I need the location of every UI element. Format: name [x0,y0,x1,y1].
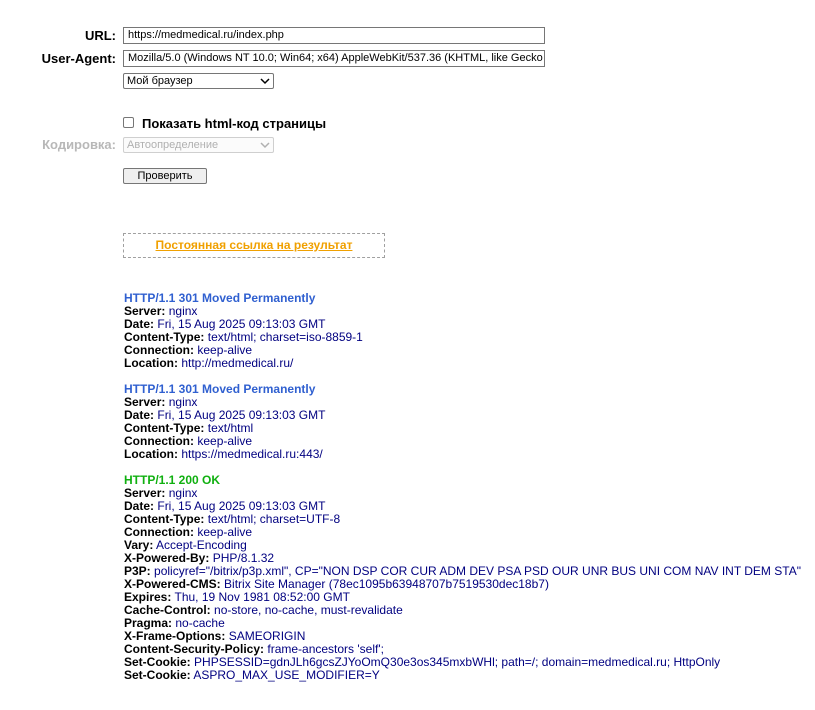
header-name: Date: [124,499,155,513]
header-value: PHPSESSID=gdnJLh6gcsZJYoOmQ30e3os345mxbW… [194,655,721,669]
show-html-label: Показать html-код страницы [142,116,327,131]
check-button[interactable]: Проверить [123,168,207,184]
header-value: Thu, 19 Nov 1981 08:52:00 GMT [174,590,350,604]
response-block: HTTP/1.1 301 Moved Permanently Server: ng… [124,292,801,370]
header-name: Date: [124,408,155,422]
header-line: Cache-Control: no-store, no-cache, must-… [124,604,801,617]
header-line: Location: https://medmedical.ru:443/ [124,448,801,461]
header-value: Fri, 15 Aug 2025 09:13:03 GMT [157,408,326,422]
encoding-label: Кодировка: [42,137,116,152]
header-line: Location: http://medmedical.ru/ [124,357,801,370]
header-value: SAMEORIGIN [228,629,306,643]
header-value: http://medmedical.ru/ [181,356,294,370]
header-name: X-Powered-CMS: [124,577,221,591]
response-list: HTTP/1.1 301 Moved Permanently Server: ng… [124,292,801,695]
header-name: Server: [124,304,166,318]
header-name: P3P: [124,564,151,578]
permalink-box: Постоянная ссылка на результат [123,233,385,258]
header-name: Pragma: [124,616,173,630]
header-name: Server: [124,486,166,500]
header-value: text/html; charset=UTF-8 [207,512,341,526]
response-status: HTTP/1.1 200 OK [124,473,221,487]
encoding-select-value: Автоопределение [127,139,219,151]
header-value: Fri, 15 Aug 2025 09:13:03 GMT [157,317,326,331]
header-name: Content-Type: [124,512,205,526]
header-name: Connection: [124,525,194,539]
header-line: Set-Cookie: ASPRO_MAX_USE_MODIFIER=Y [124,669,801,682]
header-value: nginx [168,395,198,409]
permalink-link[interactable]: Постоянная ссылка на результат [156,238,353,252]
user-agent-label: User-Agent: [41,51,116,66]
header-value: PHP/8.1.32 [212,551,275,565]
header-value: keep-alive [197,343,253,357]
header-value: text/html; charset=iso-8859-1 [207,330,363,344]
header-name: Connection: [124,343,194,357]
header-name: Expires: [124,590,172,604]
header-value: text/html [207,421,254,435]
header-value: keep-alive [197,525,253,539]
response-status: HTTP/1.1 301 Moved Permanently [124,291,316,305]
url-input[interactable]: https://medmedical.ru/index.php [123,27,545,44]
response-block: HTTP/1.1 200 OK Server: nginx Date: Fri, 1… [124,474,801,682]
header-name: Connection: [124,434,194,448]
header-name: Server: [124,395,166,409]
header-name: Location: [124,356,178,370]
header-name: Vary: [124,538,154,552]
header-value: nginx [168,486,198,500]
header-value: https://medmedical.ru:443/ [181,447,323,461]
header-value: Fri, 15 Aug 2025 09:13:03 GMT [157,499,326,513]
header-name: Content-Security-Policy: [124,642,265,656]
header-value: ASPRO_MAX_USE_MODIFIER=Y [193,668,380,682]
header-value: Accept-Encoding [156,538,247,552]
response-status: HTTP/1.1 301 Moved Permanently [124,382,316,396]
url-label: URL: [84,28,116,43]
header-value: no-cache [175,616,225,630]
header-value: Bitrix Site Manager (78ec1095b63948707b7… [224,577,549,591]
header-name: Cache-Control: [124,603,211,617]
header-name: Location: [124,447,178,461]
header-value: nginx [168,304,198,318]
header-value: frame-ancestors 'self'; [267,642,384,656]
header-value: no-store, no-cache, must-revalidate [214,603,403,617]
header-value: keep-alive [197,434,253,448]
header-name: Date: [124,317,155,331]
show-html-checkbox[interactable] [123,117,134,128]
chevron-down-icon [260,142,270,149]
header-name: Content-Type: [124,421,205,435]
response-block: HTTP/1.1 301 Moved Permanently Server: ng… [124,383,801,461]
header-name: Set-Cookie: [124,668,191,682]
chevron-down-icon [260,78,270,85]
header-name: Content-Type: [124,330,205,344]
user-agent-input[interactable]: Mozilla/5.0 (Windows NT 10.0; Win64; x64… [123,50,545,67]
header-name: X-Frame-Options: [124,629,226,643]
header-name: Set-Cookie: [124,655,191,669]
header-value: policyref="/bitrix/p3p.xml", CP="NON DSP… [154,564,801,578]
browser-select[interactable]: Мой браузер [123,73,274,89]
browser-select-value: Мой браузер [127,75,193,87]
encoding-select: Автоопределение [123,137,274,153]
header-name: X-Powered-By: [124,551,210,565]
